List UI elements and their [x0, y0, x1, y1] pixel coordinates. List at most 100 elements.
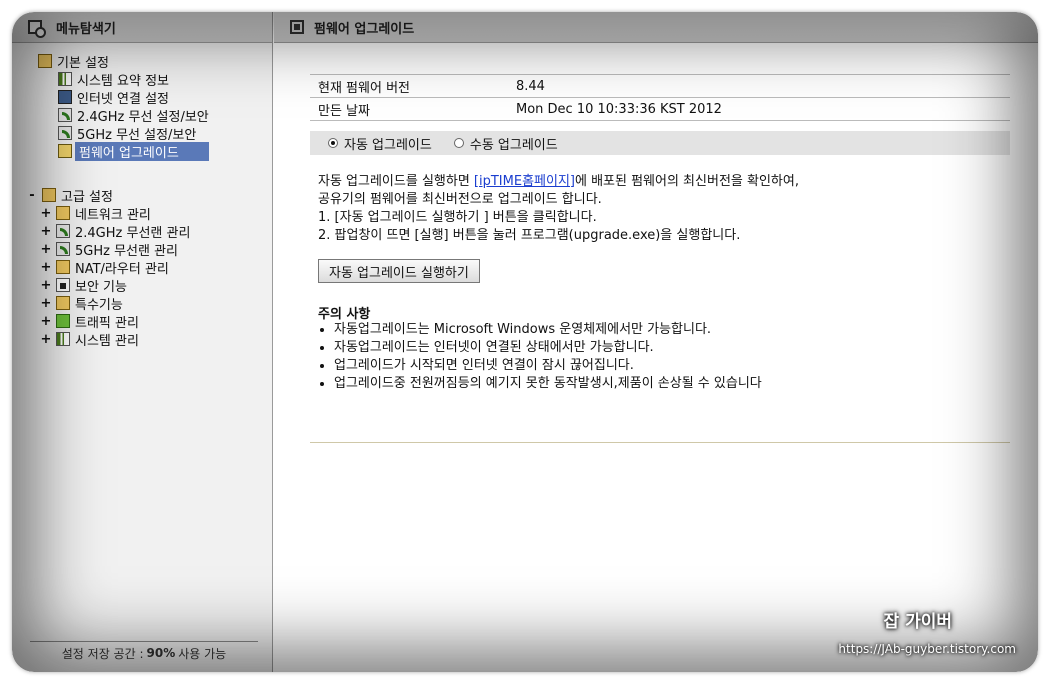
menu-item-24ghz-wlan[interactable]: + 2.4GHz 무선랜 관리: [40, 222, 272, 241]
auto-upgrade-description: 자동 업그레이드를 실행하면 [ipTIME홈페이지]에 배포된 펌웨어의 최신…: [310, 173, 1010, 245]
caution-list: 자동업그레이드는 Microsoft Windows 운영체제에서만 가능합니다…: [318, 321, 1010, 393]
wifi-icon: [56, 224, 70, 238]
menu-item-label: 시스템 관리: [75, 333, 139, 349]
expand-toggle[interactable]: +: [40, 278, 52, 293]
list-item: 업그레이드중 전원꺼짐등의 예기지 못한 동작발생시,제품이 손상될 수 있습니…: [334, 375, 1010, 393]
upgrade-mode-selector: 자동 업그레이드 수동 업그레이드: [310, 131, 1010, 155]
basic-settings-title[interactable]: 기본 설정: [38, 52, 272, 71]
menu-explorer-title: 메뉴탐색기: [56, 21, 116, 37]
collapse-toggle[interactable]: -: [26, 188, 38, 203]
iptime-homepage-link[interactable]: [ipTIME홈페이지]: [474, 174, 575, 189]
storage-suffix: 사용 가능: [178, 646, 227, 661]
caution-title: 주의 사항: [318, 307, 371, 322]
description-step-1: 1. [자동 업그레이드 실행하기 ] 버튼을 클릭합니다.: [318, 210, 597, 225]
storage-label: 설정 저장 공간 :: [61, 646, 144, 661]
wifi-icon: [58, 126, 72, 140]
build-date-label: 만든 날짜: [318, 103, 370, 119]
expand-toggle[interactable]: +: [40, 332, 52, 347]
firmware-info-table: 현재 펌웨어 버전 8.44 만든 날짜 Mon Dec 10 10:33:36…: [310, 74, 1010, 121]
firmware-header: 펌웨어 업그레이드: [274, 12, 1038, 43]
content-divider: [310, 442, 1010, 443]
list-item: 업그레이드가 시작되면 인터넷 연결이 잠시 끊어집니다.: [334, 357, 1010, 375]
menu-item-system[interactable]: + 시스템 관리: [40, 330, 272, 349]
menu-item-nat-router[interactable]: + NAT/라우터 관리: [40, 258, 272, 277]
caution-notes: 주의 사항 자동업그레이드는 Microsoft Windows 운영체제에서만…: [310, 303, 1010, 393]
list-item: 자동업그레이드는 Microsoft Windows 운영체제에서만 가능합니다…: [334, 321, 1010, 339]
menu-item-label: NAT/라우터 관리: [75, 261, 169, 277]
version-value: 8.44: [516, 78, 545, 94]
lock-icon: [56, 278, 70, 292]
router-admin-window: 메뉴탐색기 기본 설정 시스템 요약 정보 인터넷 연결 설정 2.4GHz 무…: [12, 12, 1038, 672]
menu-item-label: 5GHz 무선랜 관리: [75, 243, 179, 259]
special-icon: [56, 296, 70, 310]
table-row: 현재 펌웨어 버전 8.44: [310, 75, 1010, 98]
chart-icon: [56, 332, 70, 346]
menu-item-traffic[interactable]: + 트래픽 관리: [40, 312, 272, 331]
menu-tree: 기본 설정 시스템 요약 정보 인터넷 연결 설정 2.4GHz 무선 설정/보…: [12, 52, 272, 349]
basic-settings-group: 기본 설정 시스템 요약 정보 인터넷 연결 설정 2.4GHz 무선 설정/보…: [12, 52, 272, 161]
version-label: 현재 펌웨어 버전: [318, 80, 410, 96]
list-item: 자동업그레이드는 인터넷이 연결된 상태에서만 가능합니다.: [334, 339, 1010, 357]
expand-toggle[interactable]: +: [40, 206, 52, 221]
expand-toggle[interactable]: +: [40, 296, 52, 311]
manual-upgrade-radio[interactable]: 수동 업그레이드: [453, 134, 558, 153]
table-row: 만든 날짜 Mon Dec 10 10:33:36 KST 2012: [310, 98, 1010, 121]
menu-item-label: 특수기능: [75, 297, 123, 313]
watermark-url: https://JAb-guyber.tistory.com: [838, 642, 1016, 656]
radio-unchecked-icon[interactable]: [453, 138, 464, 148]
menu-item-label: 보안 기능: [75, 279, 127, 295]
menu-item-label: 인터넷 연결 설정: [77, 91, 169, 107]
menu-item-5ghz-wireless[interactable]: 5GHz 무선 설정/보안: [58, 124, 272, 143]
window-icon: [290, 20, 304, 34]
menu-item-label: 시스템 요약 정보: [77, 73, 169, 89]
advanced-settings-group: - 고급 설정 + 네트워크 관리 + 2.4GHz 무선랜 관리 + 5GHz…: [12, 186, 272, 349]
firmware-upgrade-panel: 펌웨어 업그레이드 현재 펌웨어 버전 8.44 만든 날짜 Mon Dec 1…: [274, 12, 1038, 672]
auto-upgrade-label: 자동 업그레이드: [344, 137, 432, 153]
menu-explorer-panel: 메뉴탐색기 기본 설정 시스템 요약 정보 인터넷 연결 설정 2.4GHz 무…: [12, 12, 273, 672]
advanced-settings-label: 고급 설정: [61, 189, 113, 205]
description-line: 공유기의 펌웨어를 최신버전으로 업그레이드 합니다.: [318, 192, 602, 207]
menu-item-label: 네트워크 관리: [75, 207, 151, 223]
advanced-settings-title[interactable]: - 고급 설정: [26, 186, 272, 205]
folder-icon: [42, 188, 56, 202]
build-date-value: Mon Dec 10 10:33:36 KST 2012: [516, 101, 722, 117]
basic-settings-label: 기본 설정: [57, 55, 109, 71]
description-text: 에 배포된 펌웨어의 최신버전을 확인하여,: [574, 174, 799, 189]
menu-item-security[interactable]: + 보안 기능: [40, 276, 272, 295]
menu-item-network[interactable]: + 네트워크 관리: [40, 204, 272, 223]
page-title: 펌웨어 업그레이드: [314, 21, 415, 37]
firmware-content: 현재 펌웨어 버전 8.44 만든 날짜 Mon Dec 10 10:33:36…: [310, 42, 1010, 393]
menu-item-system-summary[interactable]: 시스템 요약 정보: [58, 70, 272, 89]
menu-item-label: 트래픽 관리: [75, 315, 139, 331]
wifi-icon: [56, 242, 70, 256]
menu-item-firmware-upgrade[interactable]: 펌웨어 업그레이드: [58, 141, 272, 161]
menu-explorer-header: 메뉴탐색기: [12, 12, 272, 43]
menu-item-24ghz-wireless[interactable]: 2.4GHz 무선 설정/보안: [58, 106, 272, 125]
menu-item-label: 2.4GHz 무선랜 관리: [75, 225, 191, 241]
storage-status: 설정 저장 공간 : 90% 사용 가능: [30, 641, 258, 664]
expand-toggle[interactable]: +: [40, 260, 52, 275]
menu-item-label: 2.4GHz 무선 설정/보안: [77, 109, 209, 125]
radio-checked-icon[interactable]: [328, 138, 338, 148]
expand-toggle[interactable]: +: [40, 224, 52, 239]
auto-upgrade-radio[interactable]: 자동 업그레이드: [328, 134, 432, 153]
watermark-title: 잡 가이버: [883, 612, 952, 632]
storage-percent: 90%: [146, 646, 176, 660]
expand-toggle[interactable]: +: [40, 242, 52, 257]
menu-item-label: 5GHz 무선 설정/보안: [77, 127, 197, 143]
folder-icon: [38, 54, 52, 68]
expand-toggle[interactable]: +: [40, 314, 52, 329]
traffic-icon: [56, 314, 70, 328]
menu-item-label: 펌웨어 업그레이드: [75, 141, 209, 161]
firmware-icon: [58, 144, 72, 158]
menu-item-5ghz-wlan[interactable]: + 5GHz 무선랜 관리: [40, 240, 272, 259]
magnifier-icon: [28, 20, 46, 38]
run-auto-upgrade-button[interactable]: 자동 업그레이드 실행하기: [318, 259, 480, 283]
menu-item-special[interactable]: + 특수기능: [40, 294, 272, 313]
manual-upgrade-label: 수동 업그레이드: [469, 137, 558, 153]
description-line: 자동 업그레이드를 실행하면 [ipTIME홈페이지]에 배포된 펌웨어의 최신…: [318, 173, 1010, 191]
wifi-icon: [58, 108, 72, 122]
description-step-2: 2. 팝업창이 뜨면 [실행] 버튼을 눌러 프로그램(upgrade.exe)…: [318, 228, 741, 243]
description-text: 자동 업그레이드를 실행하면: [318, 174, 474, 189]
menu-item-internet-setup[interactable]: 인터넷 연결 설정: [58, 88, 272, 107]
